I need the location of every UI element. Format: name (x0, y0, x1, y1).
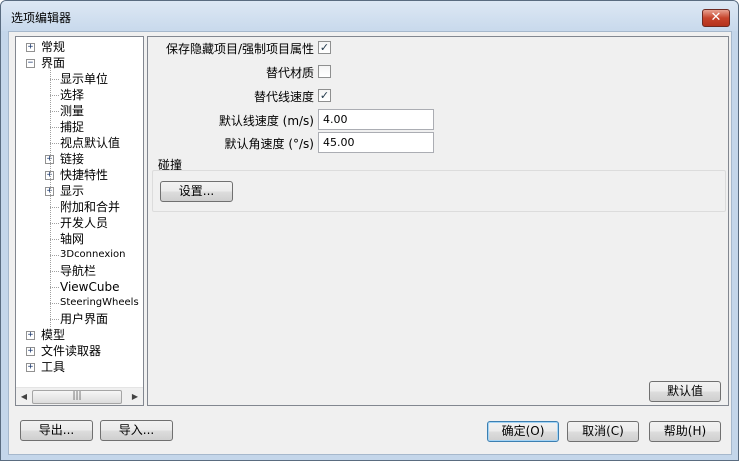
tree-item-label: 文件读取器 (41, 344, 102, 358)
ok-button[interactable]: 确定(O) (487, 421, 559, 442)
tree-item-label: 导航栏 (60, 264, 97, 278)
tree-item[interactable]: 常规 (41, 39, 65, 55)
tree-connector (50, 319, 59, 320)
expand-icon[interactable]: + (26, 43, 35, 52)
tree-item-label: 测量 (60, 104, 85, 118)
tree-item[interactable]: ViewCube (60, 279, 119, 295)
tree-item-label: 工具 (41, 360, 66, 374)
tree-connector (50, 207, 59, 208)
save-hidden-checkbox[interactable]: ✓ (318, 41, 331, 54)
tree-content: 常规 + 界面 − 显示单位选择测量捕捉视点默认值链接 + 快捷特性 + 显示 + 附加和合并开发人… (16, 37, 143, 387)
settings-button[interactable]: 设置... (160, 181, 233, 202)
import-button[interactable]: 导入... (100, 420, 173, 441)
window-title: 选项编辑器 (11, 11, 72, 25)
tree-connector (50, 271, 59, 272)
tree-item[interactable]: 界面 (41, 55, 65, 71)
tree-item[interactable]: 链接 (60, 151, 84, 167)
tree-connector (50, 303, 59, 304)
tree-item-label: 3Dconnexion (60, 249, 126, 260)
tree-item-label: 界面 (41, 56, 66, 70)
tree-item-label: 选择 (60, 88, 85, 102)
tree-connector (50, 95, 59, 96)
tree-item[interactable]: 捕捉 (60, 119, 84, 135)
tree-item[interactable]: 文件读取器 (41, 343, 101, 359)
tree-connector (50, 287, 59, 288)
tree-item-label: 快捷特性 (60, 168, 109, 182)
tree-connector (50, 143, 59, 144)
tree-item[interactable]: 显示单位 (60, 71, 108, 87)
tree-connector (50, 239, 59, 240)
tree-item[interactable]: 导航栏 (60, 263, 96, 279)
tree-connector (50, 223, 59, 224)
scrollbar-grip-icon: ||| (72, 391, 82, 401)
tree-item-label: 捕捉 (60, 120, 85, 134)
tree-item-label: 模型 (41, 328, 66, 342)
tree-item-label: 附加和合并 (60, 200, 121, 214)
tree-item[interactable]: 测量 (60, 103, 84, 119)
tree-item[interactable]: 轴网 (60, 231, 84, 247)
tree-item-label: SteeringWheels (60, 297, 139, 308)
tree-item-label: 显示单位 (60, 72, 109, 86)
scroll-left-icon[interactable]: ◀ (19, 391, 29, 403)
tree-item-label: 用户界面 (60, 312, 109, 326)
collision-group: 设置... (152, 170, 726, 212)
default-linear-speed-label: 默认线速度 (m/s) (218, 114, 314, 128)
tree-item[interactable]: 模型 (41, 327, 65, 343)
override-linear-speed-label: 替代线速度 (253, 90, 314, 104)
checkmark-icon: ✓ (319, 41, 330, 54)
options-tree[interactable]: 常规 + 界面 − 显示单位选择测量捕捉视点默认值链接 + 快捷特性 + 显示 + 附加和合并开发人… (15, 36, 144, 406)
tree-item[interactable]: 选择 (60, 87, 84, 103)
tree-item-label: ViewCube (60, 280, 120, 294)
tree-item[interactable]: 视点默认值 (60, 135, 120, 151)
tree-item-label: 轴网 (60, 232, 85, 246)
tree-item-label: 显示 (60, 184, 85, 198)
help-button[interactable]: 帮助(H) (649, 421, 721, 442)
override-material-label: 替代材质 (265, 66, 314, 80)
tree-item[interactable]: 附加和合并 (60, 199, 120, 215)
default-angular-speed-label: 默认角速度 (°/s) (224, 137, 314, 151)
tree-item[interactable]: 工具 (41, 359, 65, 375)
tree-connector (50, 67, 51, 327)
close-button[interactable]: ✕ (702, 9, 730, 27)
expand-icon[interactable]: + (26, 331, 35, 340)
checkmark-icon: ✓ (319, 89, 330, 102)
save-hidden-label: 保存隐藏项目/强制项目属性 (165, 42, 314, 56)
tree-item[interactable]: 用户界面 (60, 311, 108, 327)
override-material-checkbox[interactable] (318, 65, 331, 78)
tree-item-label: 视点默认值 (60, 136, 121, 150)
override-linear-speed-checkbox[interactable]: ✓ (318, 89, 331, 102)
tree-item[interactable]: 3Dconnexion (60, 247, 125, 263)
dialog-client-area: 常规 + 界面 − 显示单位选择测量捕捉视点默认值链接 + 快捷特性 + 显示 + 附加和合并开发人… (8, 31, 732, 455)
export-button[interactable]: 导出... (20, 420, 93, 441)
tree-item[interactable]: 快捷特性 (60, 167, 108, 183)
title-bar[interactable]: 选项编辑器 ✕ (1, 1, 738, 31)
tree-item-label: 链接 (60, 152, 85, 166)
default-angular-speed-input[interactable]: 45.00 (318, 132, 434, 153)
collapse-icon[interactable]: − (26, 59, 35, 68)
scrollbar-thumb[interactable]: ||| (32, 390, 122, 404)
tree-item[interactable]: SteeringWheels (60, 295, 139, 311)
scroll-right-icon[interactable]: ▶ (130, 391, 140, 403)
defaults-button[interactable]: 默认值 (649, 381, 721, 402)
tree-connector (50, 79, 59, 80)
tree-item[interactable]: 显示 (60, 183, 84, 199)
expand-icon[interactable]: + (26, 363, 35, 372)
tree-item[interactable]: 开发人员 (60, 215, 108, 231)
tree-connector (50, 255, 59, 256)
close-icon: ✕ (710, 10, 722, 25)
tree-connector (50, 111, 59, 112)
default-linear-speed-input[interactable]: 4.00 (318, 109, 434, 130)
tree-item-label: 开发人员 (60, 216, 109, 230)
expand-icon[interactable]: + (26, 347, 35, 356)
tree-item-label: 常规 (41, 40, 66, 54)
cancel-button[interactable]: 取消(C) (567, 421, 639, 442)
properties-panel: 保存隐藏项目/强制项目属性 ✓ 替代材质 替代线速度 ✓ 默认线速度 (m/s)… (147, 36, 729, 406)
options-editor-window: 选项编辑器 ✕ 常规 + 界面 − 显示单位选择测量捕捉视点默认值链接 + 快捷特性 + 显示 +… (0, 0, 739, 461)
tree-connector (50, 127, 59, 128)
tree-horizontal-scrollbar[interactable]: ◀ ||| ▶ (16, 387, 143, 405)
